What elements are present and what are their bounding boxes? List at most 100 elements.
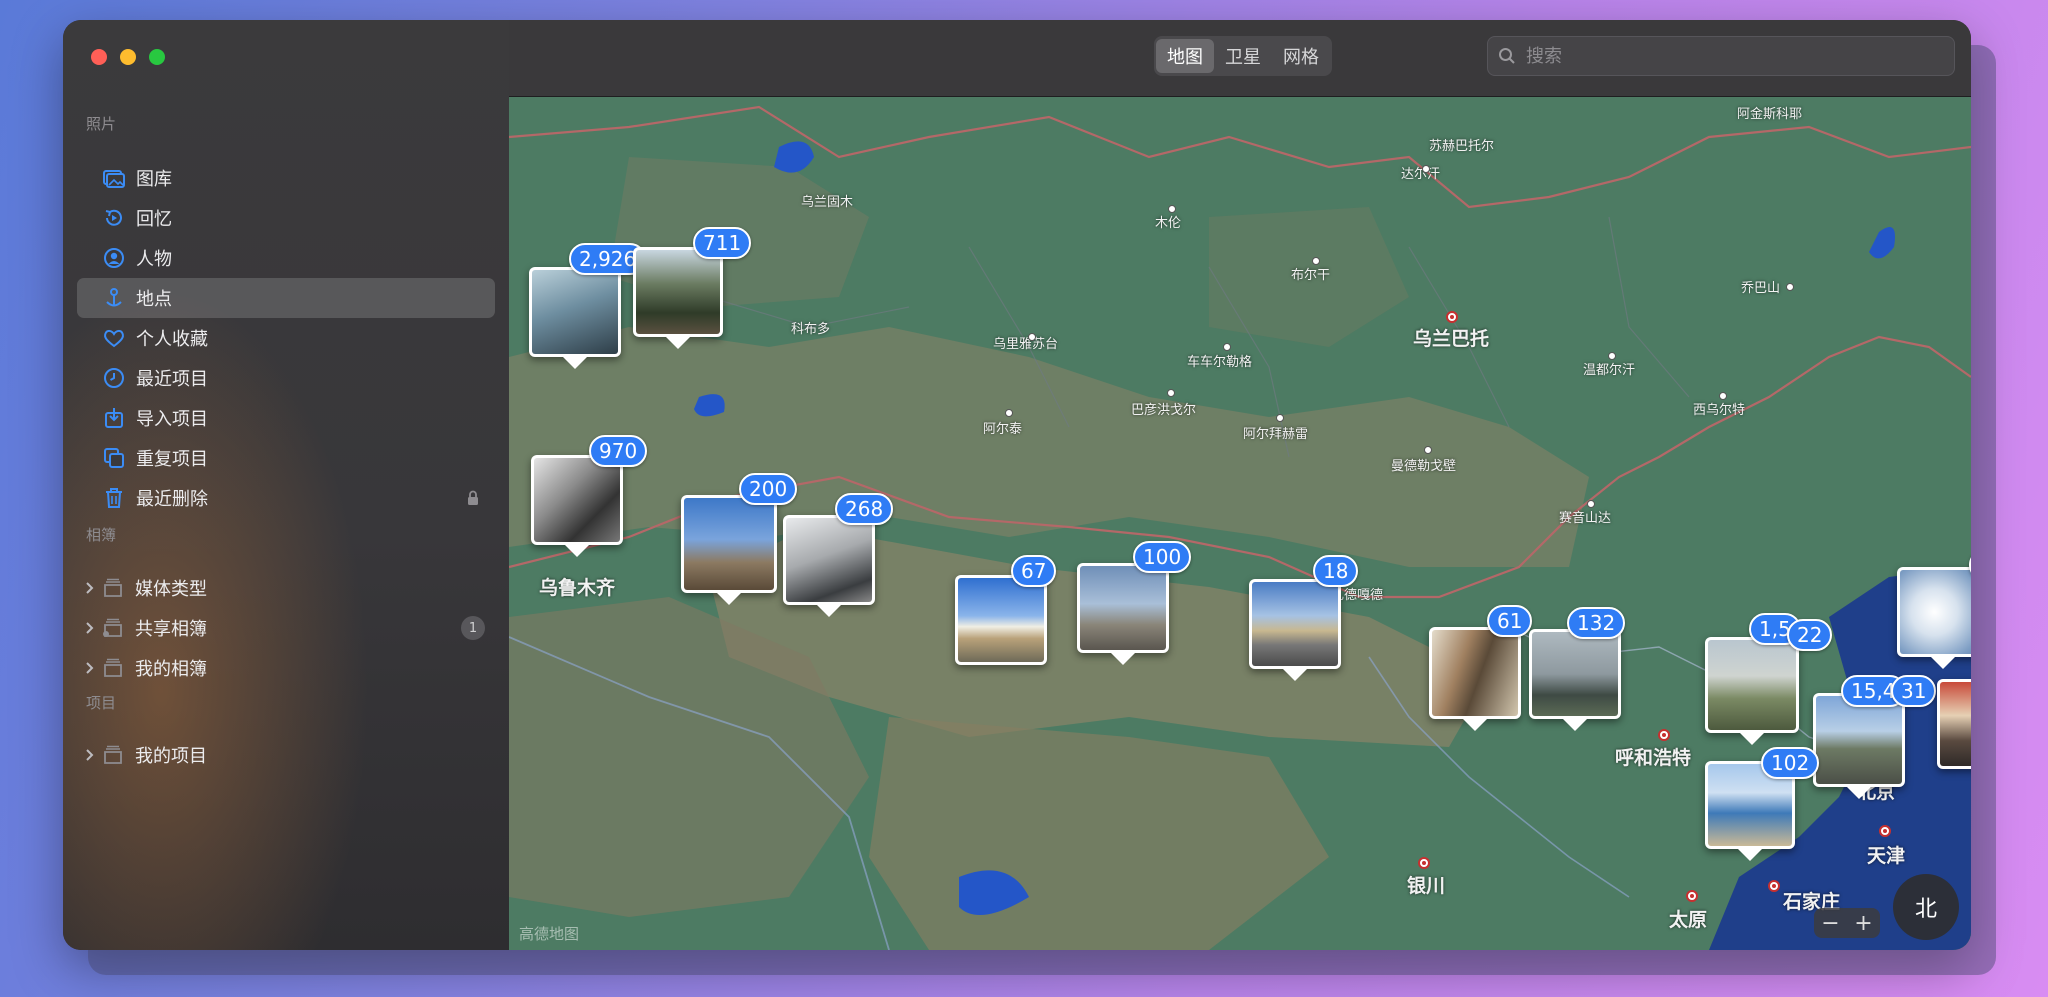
photo-thumbnail [786,518,872,602]
sidebar-item-people[interactable]: 人物 [77,238,495,278]
photo-cluster-pin[interactable]: 61 [1429,605,1533,731]
photo-cluster-pin[interactable]: 18 [1249,555,1359,681]
city-label: 苏赫巴托尔 [1429,139,1495,154]
photo-cluster-pin[interactable]: 2,926 [529,243,647,369]
people-icon [102,246,126,270]
photo-count-badge: 970 [589,435,648,467]
sidebar-item-label: 最近删除 [136,489,208,510]
sidebar-item-imports[interactable]: 导入项目 [77,398,495,438]
search-input[interactable] [1524,44,1928,68]
city-label: 乔巴山 [1741,281,1781,296]
city-marker [1005,409,1013,417]
chevron-right-icon[interactable] [85,622,97,634]
sidebar-item-my-albums[interactable]: 我的相簿 [77,648,495,688]
compass-button[interactable]: 北 [1893,874,1959,940]
sidebar-item-label: 导入项目 [136,409,208,430]
city-marker [1276,414,1284,422]
photo-thumbnail [958,578,1044,662]
photo-count-badge: 31 [1891,675,1937,707]
photo-count-badge: 67 [1011,555,1057,587]
photo-cluster-pin[interactable]: 132 [1529,607,1626,731]
folder-icon [101,656,125,680]
sidebar-item-my-projects[interactable]: 我的项目 [77,735,495,775]
photo-cluster-pin[interactable]: 15,4 31 [1813,675,1937,799]
city-marker [1168,205,1176,213]
city-label: 温都尔汗 [1583,363,1636,378]
map-view[interactable]: 阿金斯科耶 苏赫巴托尔 达尔汗 乌兰固木 木伦 布尔干 乌兰巴托 乔巴山 科布多… [509,97,1971,950]
city-label: 阿尔拜赫雷 [1243,427,1309,442]
photo-thumbnail [1532,632,1618,716]
segment-grid[interactable]: 网格 [1272,39,1330,73]
sidebar-item-recently-deleted[interactable]: 最近删除 [77,478,495,518]
city-marker [1719,392,1727,400]
sidebar-item-library[interactable]: 图库 [77,158,495,198]
photo-thumbnail [684,498,774,590]
places-icon [102,286,126,310]
clock-icon [102,366,126,390]
zoom-in-button[interactable]: + [1854,911,1872,936]
city-label: 太原 [1669,909,1708,931]
sidebar-item-shared-albums[interactable]: 共享相簿 1 [77,608,495,648]
segment-satellite[interactable]: 卫星 [1214,39,1272,73]
city-label: 科布多 [791,322,831,337]
shared-folder-icon [101,616,125,640]
sidebar-item-duplicates[interactable]: 重复项目 [77,438,495,478]
photo-cluster-pin[interactable]: 10 [1937,679,1971,769]
photo-library-icon [102,166,126,190]
search-icon [1498,47,1516,65]
city-label: 曼德勒戈壁 [1391,459,1457,474]
city-label: 布尔干 [1291,268,1331,283]
sidebar-item-recents[interactable]: 最近项目 [77,358,495,398]
duplicates-icon [102,446,126,470]
city-label: 车车尔勒格 [1187,355,1253,370]
city-marker [1223,343,1231,351]
photo-cluster-pin[interactable]: 970 [531,435,648,557]
city-label: 天津 [1867,845,1906,867]
sidebar-item-memories[interactable]: 回忆 [77,198,495,238]
photo-thumbnail [532,270,618,354]
city-marker [1424,446,1432,454]
photo-count-badge: 61 [1487,605,1533,637]
sidebar-item-label: 重复项目 [136,449,208,470]
photo-cluster-pin[interactable]: 200 [681,473,798,605]
zoom-out-button[interactable]: − [1821,911,1839,936]
city-label: 达尔汗 [1401,167,1441,182]
city-marker [1422,165,1430,173]
chevron-right-icon[interactable] [85,749,97,761]
photo-thumbnail [1940,682,1971,766]
sidebar-item-media-types[interactable]: 媒体类型 [77,568,495,608]
chevron-right-icon[interactable] [85,582,97,594]
capital-marker [1686,890,1698,902]
sidebar-item-favorites[interactable]: 个人收藏 [77,318,495,358]
capital-marker [1658,729,1670,741]
heart-icon [102,326,126,350]
import-icon [102,406,126,430]
capital-marker [1879,825,1891,837]
capital-marker [1446,311,1458,323]
photo-cluster-pin[interactable]: 67 [955,555,1057,665]
photo-cluster-pin[interactable]: 102 [1705,747,1820,861]
photo-cluster-pin[interactable]: 1,5 22 [1705,613,1833,745]
zoom-button[interactable] [149,49,165,65]
photo-cluster-pin[interactable]: 6 [1897,549,1971,669]
photo-count-badge: 22 [1787,619,1833,651]
zoom-control: − + [1814,908,1880,938]
trash-icon [102,486,126,510]
photos-window: 照片 图库 回忆 人物 地点 个人收藏 最近项目 导入项目 重复项目 最近删除 … [63,20,1971,950]
photo-cluster-pin[interactable]: 268 [783,493,894,617]
city-label: 乌鲁木齐 [539,577,616,599]
section-header-projects: 项目 [86,694,117,712]
capital-marker [1768,880,1780,892]
photo-cluster-pin[interactable]: 711 [633,227,752,349]
photo-thumbnail [1816,696,1902,784]
city-label: 阿金斯科耶 [1737,107,1803,122]
capital-marker [1418,857,1430,869]
city-label: 阿尔泰 [983,422,1023,437]
segment-map[interactable]: 地图 [1156,39,1214,73]
photo-cluster-pin[interactable]: 100 [1077,541,1192,665]
close-button[interactable] [91,49,107,65]
sidebar-item-places[interactable]: 地点 [77,278,495,318]
minimize-button[interactable] [120,49,136,65]
sidebar-item-label: 个人收藏 [136,329,208,350]
chevron-right-icon[interactable] [85,662,97,674]
